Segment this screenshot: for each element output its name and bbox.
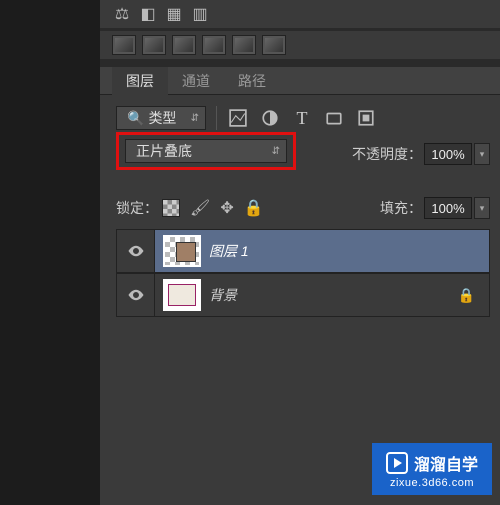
layer-filter-row: 🔍 类型 ⇵ T [116, 103, 490, 133]
fill-label: 填充： [380, 198, 422, 218]
layer-item[interactable]: 背景 🔒 [116, 273, 490, 317]
filter-kind-label: 类型 [148, 108, 176, 128]
filter-type-icon[interactable]: T [291, 107, 313, 129]
fill-flyout-button[interactable]: ▾ [474, 197, 490, 219]
grid2-icon: ▥ [190, 4, 210, 24]
layer-thumbnail[interactable] [163, 279, 201, 311]
swatch-1[interactable] [112, 35, 136, 55]
layer-name[interactable]: 图层 1 [209, 241, 249, 261]
watermark-url: zixue.3d66.com [390, 477, 474, 489]
blend-mode-value: 正片叠底 [136, 141, 192, 161]
lock-transparent-icon[interactable] [162, 199, 180, 217]
fill-value[interactable]: 100% [424, 197, 472, 219]
lock-label: 锁定： [116, 198, 158, 218]
filter-pixel-icon[interactable] [227, 107, 249, 129]
swatches-row: ⚖ ◧ ▦ ▥ [100, 0, 500, 28]
blend-opacity-row: 正片叠底 ⇵ 不透明度： 100% ▾ [116, 139, 490, 169]
tab-paths[interactable]: 路径 [224, 67, 280, 95]
play-logo-icon [386, 452, 408, 474]
blend-mode-dropdown[interactable]: 正片叠底 ⇵ [125, 139, 287, 163]
right-panel: ⚖ ◧ ▦ ▥ 图层 通道 路径 🔍 类型 ⇵ T [100, 0, 500, 505]
layer-list: 图层 1 背景 🔒 [116, 229, 490, 317]
watermark-title: 溜溜自学 [414, 451, 478, 475]
highlight-annotation: 正片叠底 ⇵ [116, 132, 296, 170]
lock-all-icon[interactable]: 🔒 [244, 198, 264, 218]
chevron-updown-icon: ⇵ [272, 146, 280, 157]
filter-adjust-icon[interactable] [259, 107, 281, 129]
filter-smart-icon[interactable] [355, 107, 377, 129]
lock-position-icon[interactable]: ✥ [220, 198, 233, 218]
layer-name[interactable]: 背景 [209, 285, 237, 305]
lock-image-icon[interactable]: 🖌 [190, 198, 210, 218]
lock-fill-row: 锁定： 🖌 ✥ 🔒 填充： 100% ▾ [116, 193, 490, 223]
layer-thumbnail[interactable] [163, 235, 201, 267]
swatch-3[interactable] [172, 35, 196, 55]
panel-tabs: 图层 通道 路径 [100, 67, 500, 95]
swatch-6[interactable] [262, 35, 286, 55]
swatch-4[interactable] [202, 35, 226, 55]
visibility-toggle[interactable] [117, 230, 155, 272]
filter-shape-icon[interactable] [323, 107, 345, 129]
filter-kind-dropdown[interactable]: 🔍 类型 ⇵ [116, 106, 206, 130]
swatch-2[interactable] [142, 35, 166, 55]
watermark: 溜溜自学 zixue.3d66.com [372, 443, 492, 495]
layer-item[interactable]: 图层 1 [116, 229, 490, 273]
lock-icon: 🔒 [458, 287, 475, 304]
chevron-down-icon: ⇵ [191, 113, 199, 124]
swatches-row-2 [100, 31, 500, 59]
exposure-icon: ◧ [138, 4, 158, 24]
balance-icon: ⚖ [112, 4, 132, 24]
visibility-toggle[interactable] [117, 274, 155, 316]
grid-icon: ▦ [164, 4, 184, 24]
search-icon: 🔍 [127, 110, 144, 127]
opacity-label: 不透明度： [352, 144, 422, 164]
tab-channels[interactable]: 通道 [168, 67, 224, 95]
opacity-value[interactable]: 100% [424, 143, 472, 165]
tab-layers[interactable]: 图层 [112, 67, 168, 95]
divider [216, 106, 217, 130]
opacity-flyout-button[interactable]: ▾ [474, 143, 490, 165]
swatch-5[interactable] [232, 35, 256, 55]
canvas-area [0, 0, 100, 505]
